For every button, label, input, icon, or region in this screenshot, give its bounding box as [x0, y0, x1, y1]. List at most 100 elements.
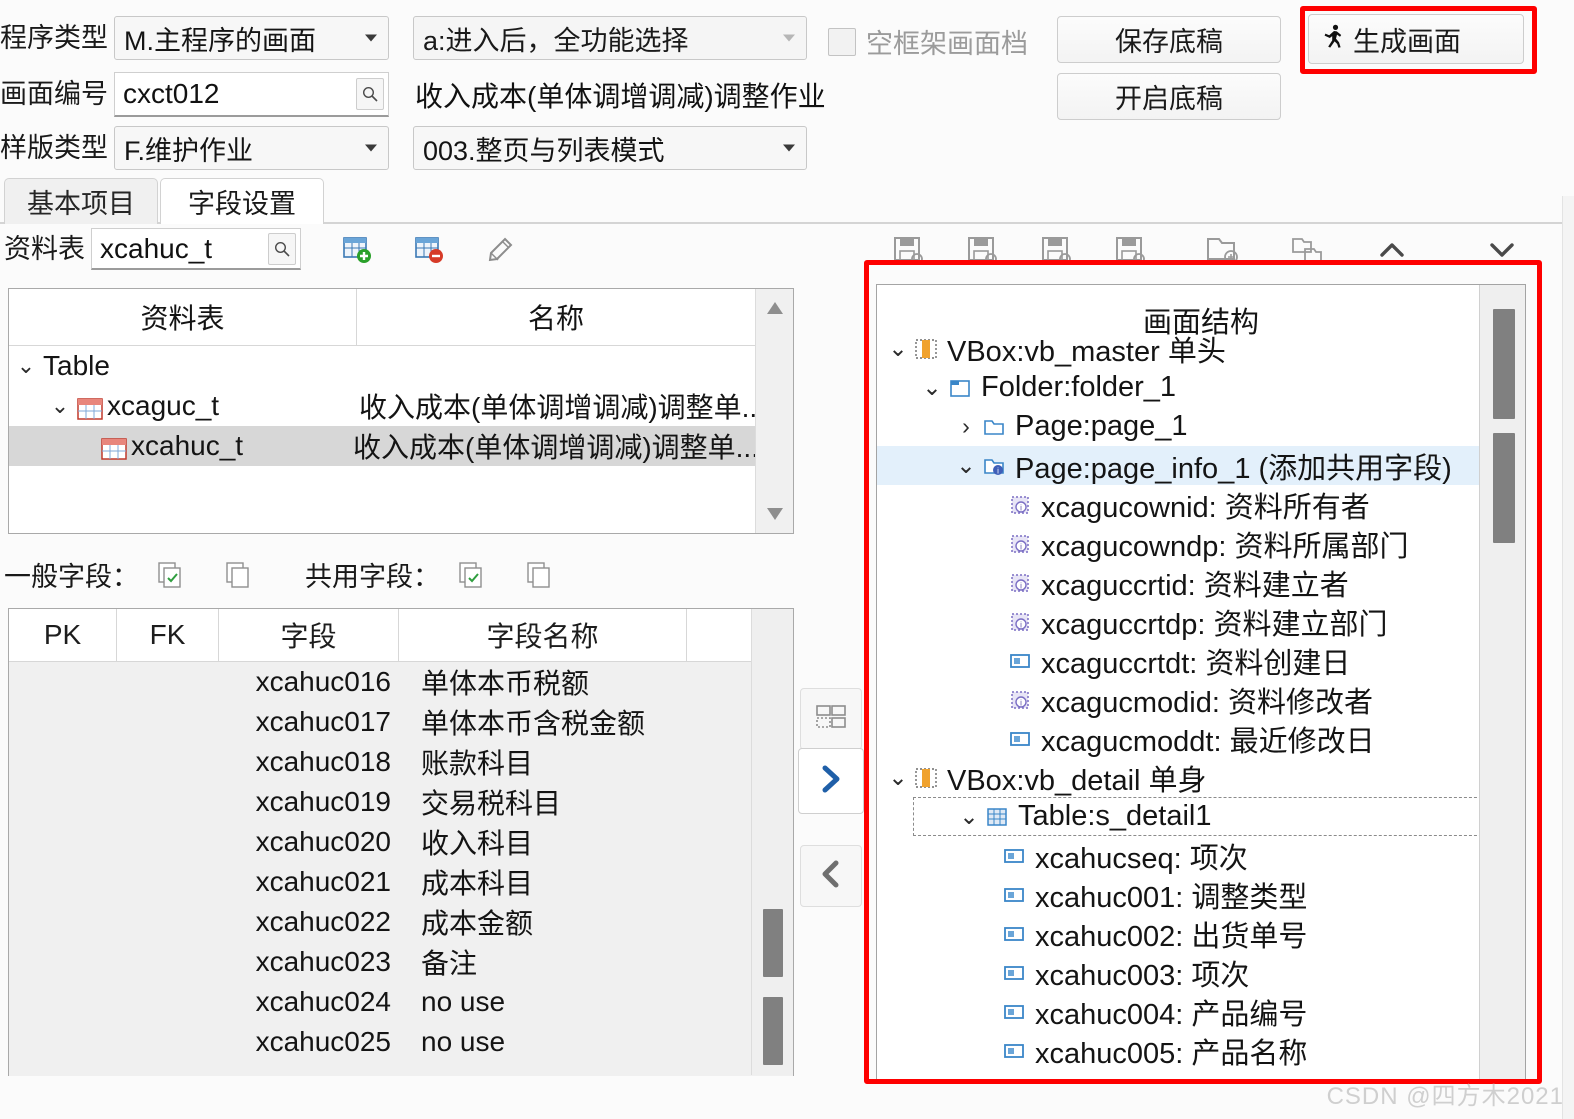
move-up-icon[interactable] — [1372, 230, 1412, 270]
field-name: 成本金额 — [421, 908, 534, 939]
table-tree-row[interactable]: ⌄ Table — [9, 346, 793, 386]
tree-node-field[interactable]: xcahuc005: 产品名称 — [877, 1031, 1525, 1070]
table-tree-row-desc: 收入成本(单体调增调减)调整单... — [359, 392, 765, 423]
field-name: 收入科目 — [421, 828, 534, 859]
chevron-down-icon[interactable]: ⌄ — [885, 335, 911, 362]
tab-field-settings[interactable]: 字段设置 — [160, 178, 324, 224]
search-icon[interactable] — [268, 232, 296, 265]
copy-icon[interactable] — [522, 558, 556, 592]
screen-title: 收入成本(单体调增调减)调整作业 — [415, 80, 826, 112]
layout-toggle-button[interactable] — [800, 688, 862, 750]
layout-mode-select[interactable]: 003.整页与列表模式 — [413, 126, 807, 170]
scroll-down-icon[interactable] — [756, 495, 794, 533]
tree-node-field[interactable]: i xcagucmodid: 资料修改者 — [877, 680, 1525, 719]
table-row[interactable]: xcahuc025 no use — [9, 1022, 793, 1062]
table-tree-row[interactable]: xcahuc_t 收入成本(单体调增调减)调整单... — [9, 426, 793, 466]
add-table-icon[interactable] — [337, 229, 377, 269]
link-icon[interactable] — [481, 229, 521, 269]
tree-node-field[interactable]: xcaguccrtdt: 资料创建日 — [877, 641, 1525, 680]
tree-node-page-1[interactable]: › Page:page_1 — [877, 407, 1525, 446]
chevron-down-icon[interactable]: ⌄ — [953, 452, 979, 479]
remove-table-icon[interactable] — [409, 229, 449, 269]
copy-check-icon[interactable] — [454, 558, 488, 592]
tree-node-field[interactable]: i xcaguccrtid: 资料建立者 — [877, 563, 1525, 602]
table-tree-row[interactable]: ⌄ xcaguc_t 收入成本(单体调增调减)调整单... — [9, 386, 793, 426]
scroll-thumb[interactable] — [763, 909, 783, 977]
chevron-down-icon[interactable]: ⌄ — [15, 355, 37, 377]
table-row[interactable]: xcahuc020 收入科目 — [9, 822, 793, 862]
tree-node-field[interactable]: i xcaguccrtdp: 资料建立部门 — [877, 602, 1525, 641]
screen-no-row: 画面编号 cxct012 收入成本(单体调增调减)调整作业 — [0, 72, 826, 117]
table-tree-row-name: xcahuc_t — [131, 430, 244, 461]
move-right-button[interactable] — [798, 748, 864, 814]
chevron-down-icon — [365, 34, 377, 42]
tab-basic-items[interactable]: 基本项目 — [4, 178, 158, 224]
folder-ui-icon — [945, 377, 975, 399]
move-node-icon[interactable] — [1286, 230, 1326, 270]
scroll-thumb[interactable] — [1493, 309, 1515, 419]
screen-structure-list: ⌄ VBox:vb_master 单头 ⌄ Folder:folder_1 › … — [877, 329, 1525, 1073]
move-down-icon[interactable] — [1482, 230, 1522, 270]
scroll-thumb-secondary[interactable] — [763, 997, 783, 1065]
template-type-select[interactable]: F.维护作业 — [114, 126, 389, 170]
copy-icon[interactable] — [221, 558, 255, 592]
table-row[interactable]: xcahuc018 账款科目 — [9, 742, 793, 782]
chevron-down-icon[interactable]: ⌄ — [919, 374, 945, 401]
screen-no-input[interactable]: cxct012 — [114, 72, 389, 117]
field-code: xcahuc019 — [255, 786, 391, 817]
source-table-input[interactable]: xcahuc_t — [91, 228, 301, 270]
template-type-row: 样版类型 F.维护作业 003.整页与列表模式 — [0, 126, 807, 170]
checkbox-box[interactable] — [828, 27, 856, 56]
field-code: xcahuc021 — [255, 866, 391, 897]
tree-node-page-info-1[interactable]: ⌄ i Page:page_info_1 (添加共用字段) — [877, 446, 1525, 485]
tree-node-field[interactable]: i xcagucowndp: 资料所属部门 — [877, 524, 1525, 563]
field-grid-body: xcahuc016 单体本币税额 xcahuc017 单体本币含税金额 xcah… — [9, 662, 793, 1076]
tree-node-field[interactable]: xcagucmoddt: 最近修改日 — [877, 719, 1525, 758]
save-icon[interactable] — [1036, 230, 1076, 270]
window-edge-strip[interactable] — [1562, 196, 1574, 1119]
save-draft-button[interactable]: 保存底稿 — [1057, 16, 1281, 63]
chevron-right-icon — [820, 764, 842, 799]
field-name: no use — [421, 1026, 506, 1057]
table-row[interactable]: xcahuc021 成本科目 — [9, 862, 793, 902]
entry-mode-select[interactable]: a:进入后，全功能选择 — [413, 16, 807, 60]
tree-node-field[interactable]: xcahuc004: 产品编号 — [877, 992, 1525, 1031]
table-row[interactable]: xcahuc019 交易税科目 — [9, 782, 793, 822]
search-icon[interactable] — [356, 78, 384, 110]
empty-frame-checkbox[interactable]: 空框架画面档 — [828, 22, 1028, 61]
folder-copy-icon[interactable] — [1202, 230, 1242, 270]
tree-node-field[interactable]: i xcagucownid: 资料所有者 — [877, 485, 1525, 524]
table-row[interactable]: xcahuc017 单体本币含税金额 — [9, 702, 793, 742]
chevron-down-icon[interactable]: ⌄ — [885, 764, 911, 791]
save-icon[interactable] — [1110, 230, 1150, 270]
table-row[interactable]: xcahuc023 备注 — [9, 942, 793, 982]
program-type-value: M.主程序的画面 — [124, 25, 316, 56]
tree-node-table-s-detail1[interactable]: ⌄ Table:s_detail1 — [913, 797, 1507, 836]
field-grid-scrollbar[interactable] — [751, 609, 793, 1075]
save-icon[interactable] — [962, 230, 1002, 270]
table-row[interactable]: xcahuc016 单体本币税额 — [9, 662, 793, 702]
save-icon[interactable] — [888, 230, 928, 270]
open-draft-button[interactable]: 开启底稿 — [1057, 73, 1281, 120]
chevron-down-icon[interactable]: ⌄ — [956, 803, 982, 830]
move-left-button[interactable] — [800, 845, 862, 907]
svg-text:i: i — [1020, 620, 1022, 629]
tree-node-field[interactable]: xcahucseq: 项次 — [877, 836, 1525, 875]
tree-node-folder-1[interactable]: ⌄ Folder:folder_1 — [877, 368, 1525, 407]
tree-node-vb-detail[interactable]: ⌄ VBox:vb_detail 单身 — [877, 758, 1525, 797]
tree-node-field[interactable]: xcahuc002: 出货单号 — [877, 914, 1525, 953]
chevron-down-icon[interactable]: ⌄ — [49, 395, 71, 417]
chevron-right-icon[interactable]: › — [953, 413, 979, 440]
table-tree-scrollbar[interactable] — [755, 289, 793, 533]
tree-node-field[interactable]: xcahuc001: 调整类型 — [877, 875, 1525, 914]
table-row[interactable]: xcahuc022 成本金额 — [9, 902, 793, 942]
screen-tree-scrollbar[interactable] — [1479, 285, 1525, 1079]
scroll-thumb-secondary[interactable] — [1493, 433, 1515, 543]
table-row[interactable]: xcahuc024 no use — [9, 982, 793, 1022]
copy-check-icon[interactable] — [153, 558, 187, 592]
tree-node-vb-master[interactable]: ⌄ VBox:vb_master 单头 — [877, 329, 1525, 368]
scroll-up-icon[interactable] — [756, 289, 794, 327]
program-type-select[interactable]: M.主程序的画面 — [114, 16, 389, 60]
generate-screen-button[interactable]: 生成画面 — [1308, 14, 1524, 64]
tree-node-field[interactable]: xcahuc003: 项次 — [877, 953, 1525, 992]
